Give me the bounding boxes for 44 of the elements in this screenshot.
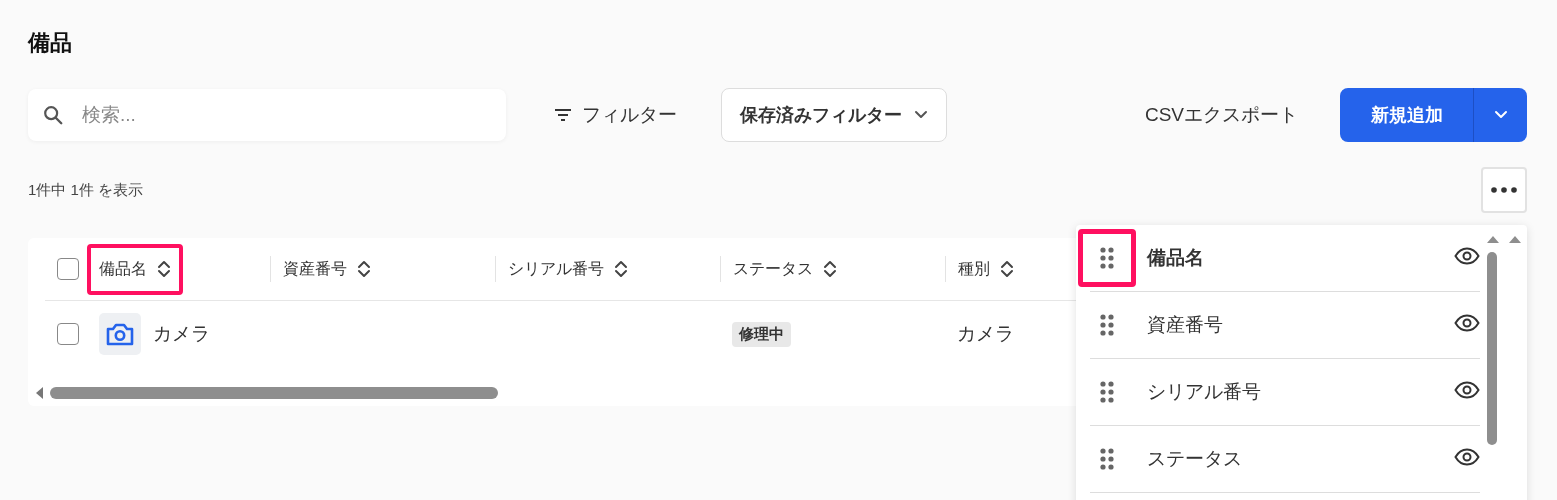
- column-header[interactable]: シリアル番号: [496, 243, 640, 295]
- sort-icon: [823, 259, 837, 279]
- drag-handle-icon[interactable]: [1099, 314, 1115, 336]
- table-cell-text: カメラ: [153, 322, 210, 346]
- eye-icon[interactable]: [1454, 380, 1480, 399]
- sort-icon: [357, 259, 371, 279]
- scrollbar-thumb[interactable]: [50, 387, 498, 399]
- status-badge: 修理中: [732, 321, 791, 347]
- select-all-checkbox[interactable]: [57, 258, 79, 280]
- saved-filters-dropdown[interactable]: 保存済みフィルター: [721, 88, 947, 142]
- drag-handle-icon[interactable]: [1099, 448, 1115, 470]
- column-name: シリアル番号: [1147, 380, 1262, 404]
- row-checkbox[interactable]: [57, 323, 79, 345]
- filter-icon: [554, 108, 572, 122]
- chevron-down-icon: [914, 110, 928, 120]
- scrollbar-thumb[interactable]: [1487, 252, 1497, 445]
- drag-handle-icon[interactable]: [1099, 381, 1115, 403]
- eye-icon[interactable]: [1454, 447, 1480, 466]
- csv-export-button[interactable]: CSVエクスポート: [1140, 94, 1302, 136]
- add-new-button[interactable]: 新規追加: [1340, 88, 1473, 142]
- page-title: 備品: [28, 29, 73, 57]
- sort-icon: [614, 259, 628, 279]
- sort-icon: [157, 259, 171, 279]
- column-name: 備品名: [1147, 246, 1205, 270]
- table-cell-text: カメラ: [957, 322, 1014, 346]
- column-name: 資産番号: [1147, 313, 1224, 337]
- search-field[interactable]: 検索...: [28, 89, 506, 141]
- more-icon: [1491, 187, 1517, 193]
- add-options-button[interactable]: [1473, 88, 1527, 142]
- column-header[interactable]: 資産番号: [271, 243, 383, 295]
- drag-handle-icon[interactable]: [1099, 247, 1115, 269]
- camera-icon: [99, 313, 141, 355]
- result-count: 1件中 1件 を表示: [28, 180, 144, 200]
- sort-icon: [1000, 259, 1014, 279]
- column-header[interactable]: 種別: [946, 243, 1026, 295]
- column-name: ステータス: [1147, 447, 1243, 471]
- chevron-down-icon: [1493, 110, 1508, 120]
- column-header[interactable]: 備品名: [87, 243, 183, 295]
- filter-button[interactable]: フィルター: [550, 94, 681, 136]
- column-header[interactable]: ステータス: [721, 243, 849, 295]
- eye-icon[interactable]: [1454, 246, 1480, 265]
- more-options-button[interactable]: [1481, 167, 1527, 213]
- scroll-left-icon[interactable]: [34, 386, 44, 400]
- eye-icon[interactable]: [1454, 313, 1480, 332]
